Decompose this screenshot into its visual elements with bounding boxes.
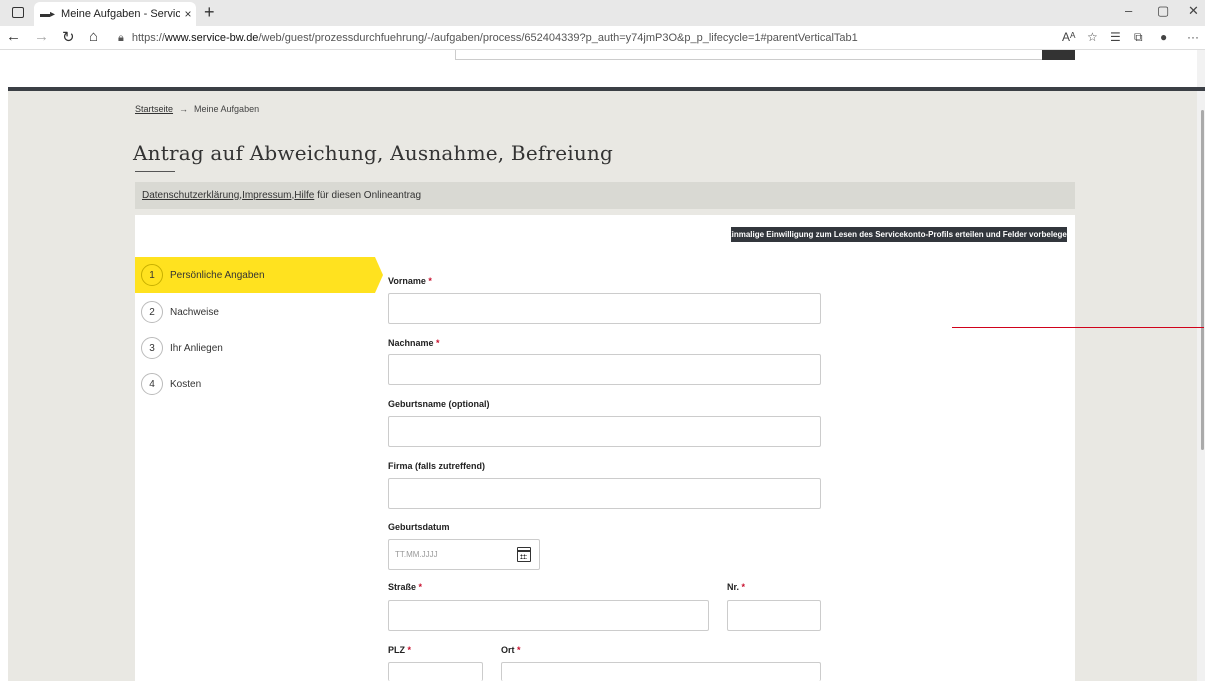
red-annotation-line	[952, 327, 1204, 328]
imprint-link[interactable]: Impressum	[242, 190, 291, 201]
required-marker: *	[418, 582, 423, 592]
step-label: Persönliche Angaben	[170, 269, 265, 281]
tab-title: Meine Aufgaben - Serviceportal	[61, 8, 180, 20]
breadcrumb-current: Meine Aufgaben	[194, 104, 260, 114]
browser-tab[interactable]: ▬▸ Meine Aufgaben - Serviceportal ×	[34, 2, 196, 26]
date-placeholder: TT.MM.JJJJ	[395, 550, 438, 559]
forward-icon[interactable]: →	[34, 28, 49, 45]
label-text: PLZ	[388, 645, 405, 655]
title-underline	[135, 171, 175, 172]
more-menu-icon[interactable]: ···	[1187, 30, 1199, 44]
restore-icon[interactable]: ▢	[1157, 3, 1169, 19]
site-search-input[interactable]	[455, 50, 1075, 60]
plz-input[interactable]	[388, 662, 483, 681]
firma-input[interactable]	[388, 478, 821, 509]
info-bar: Datenschutzerklärung, Impressum, Hilfe f…	[135, 182, 1075, 209]
step-label: Kosten	[170, 378, 202, 390]
step-persoenliche-angaben[interactable]: 1 Persönliche Angaben	[135, 257, 383, 293]
browser-tab-bar: ▬▸ Meine Aufgaben - Serviceportal × + – …	[0, 0, 1205, 26]
nr-label: Nr. *	[727, 582, 745, 592]
step-ihr-anliegen[interactable]: 3 Ihr Anliegen	[135, 330, 375, 366]
step-number: 3	[141, 337, 163, 359]
breadcrumb: Startseite → Meine Aufgaben	[135, 104, 259, 114]
profile-avatar[interactable]: ●	[1160, 30, 1167, 44]
consent-prefill-button[interactable]: Einmalige Einwilligung zum Lesen des Ser…	[726, 227, 1072, 242]
plz-label: PLZ *	[388, 645, 411, 655]
required-marker: *	[517, 645, 521, 655]
label-text: Ort	[501, 645, 515, 655]
step-label: Ihr Anliegen	[170, 342, 223, 354]
step-kosten[interactable]: 4 Kosten	[135, 366, 375, 402]
ort-label: Ort *	[501, 645, 521, 655]
home-icon[interactable]: ⌂	[89, 28, 98, 45]
geburtsname-label: Geburtsname (optional)	[388, 399, 490, 409]
hausnummer-input[interactable]	[727, 600, 821, 631]
lock-icon: 🔒︎	[118, 31, 124, 44]
required-marker: *	[407, 645, 412, 655]
step-number: 4	[141, 373, 163, 395]
nachname-input[interactable]	[388, 354, 821, 385]
step-number: 1	[141, 264, 163, 286]
label-text: Vorname	[388, 276, 426, 286]
info-suffix: für diesen Onlineantrag	[314, 190, 422, 201]
nachname-label: Nachname *	[388, 338, 440, 348]
address-bar-row: ← → ↻ ⌂ 🔒︎ https://www.service-bw.de/web…	[0, 26, 1205, 50]
breadcrumb-separator: →	[179, 104, 189, 114]
url-path: /web/guest/prozessdurchfuehrung/-/aufgab…	[258, 32, 858, 44]
close-window-icon[interactable]: ✕	[1188, 3, 1199, 19]
tab-close-icon[interactable]: ×	[180, 7, 196, 21]
scrollbar-thumb[interactable]	[1201, 110, 1204, 450]
privacy-link[interactable]: Datenschutzerklärung	[142, 190, 239, 201]
strasse-input[interactable]	[388, 600, 709, 631]
calendar-icon[interactable]	[517, 547, 531, 562]
ort-input[interactable]	[501, 662, 821, 681]
firma-label: Firma (falls zutreffend)	[388, 461, 486, 471]
step-number: 2	[141, 301, 163, 323]
label-text: Nachname	[388, 338, 434, 348]
step-nachweise[interactable]: 2 Nachweise	[135, 294, 375, 330]
favorites-list-icon[interactable]: ☰	[1110, 30, 1121, 44]
geburtsdatum-input[interactable]: TT.MM.JJJJ	[388, 539, 540, 570]
help-link[interactable]: Hilfe	[294, 190, 314, 201]
required-marker: *	[741, 582, 746, 592]
geburtsdatum-label: Geburtsdatum	[388, 522, 450, 532]
tab-actions-icon[interactable]	[12, 7, 24, 18]
scrollbar-top	[1197, 50, 1205, 90]
back-icon[interactable]: ←	[6, 28, 21, 45]
label-text: Nr.	[727, 582, 740, 592]
collections-icon[interactable]: ⧉	[1134, 30, 1143, 45]
url-domain: www.service-bw.de	[164, 32, 259, 44]
favorite-icon[interactable]: ☆	[1087, 30, 1098, 44]
required-marker: *	[436, 338, 440, 348]
site-header	[0, 50, 1205, 90]
vorname-label: Vorname *	[388, 276, 432, 286]
label-text: Straße	[388, 582, 417, 592]
minimize-icon[interactable]: –	[1125, 3, 1132, 18]
step-label: Nachweise	[170, 306, 219, 318]
url-prefix: https://	[131, 32, 165, 44]
reload-icon[interactable]: ↻	[62, 28, 75, 46]
new-tab-button[interactable]: +	[204, 2, 215, 23]
strasse-label: Straße *	[388, 582, 422, 592]
geburtsname-input[interactable]	[388, 416, 821, 447]
required-marker: *	[428, 276, 432, 286]
favicon-icon: ▬▸	[40, 8, 56, 20]
site-search-button[interactable]	[1042, 50, 1075, 60]
breadcrumb-home-link[interactable]: Startseite	[135, 104, 173, 114]
page-title: Antrag auf Abweichung, Ausnahme, Befreiu…	[133, 141, 614, 165]
url-field[interactable]: 🔒︎ https://www.service-bw.de/web/guest/p…	[118, 29, 1038, 47]
vorname-input[interactable]	[388, 293, 821, 324]
read-aloud-icon[interactable]: Aᴬ	[1062, 30, 1075, 44]
